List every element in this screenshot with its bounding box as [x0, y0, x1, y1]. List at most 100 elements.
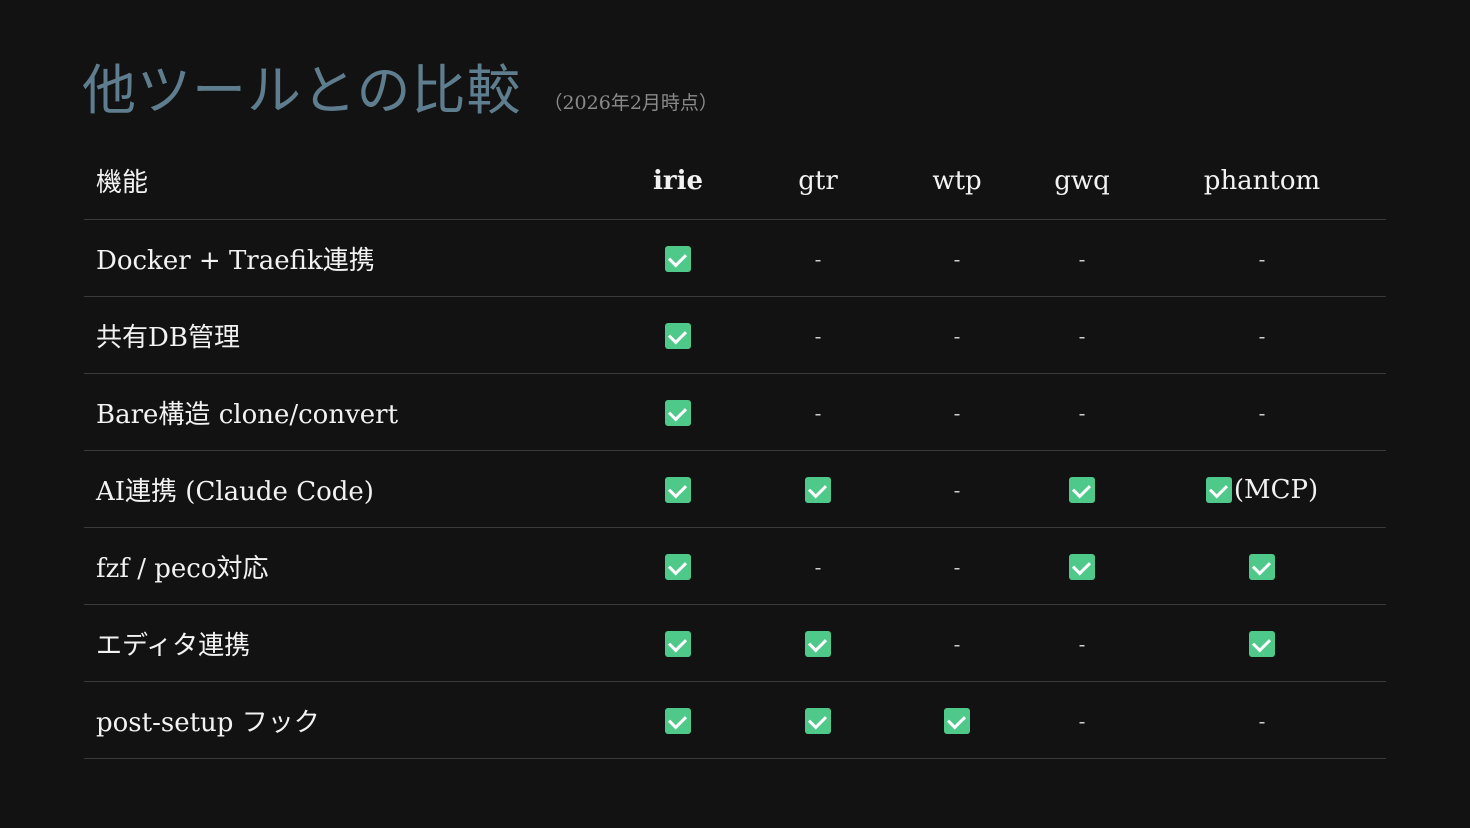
unsupported-dash: -: [1078, 709, 1086, 733]
support-cell: -: [1026, 681, 1138, 759]
support-cell: [608, 219, 748, 297]
feature-label: Docker + Traefik連携: [96, 245, 375, 276]
page-title: 他ツールとの比較: [82, 59, 522, 122]
support-cell: -: [888, 373, 1026, 451]
unsupported-dash: -: [814, 555, 822, 579]
support-cell: [1138, 527, 1386, 605]
check-box-icon: [665, 400, 691, 426]
support-cell: [608, 527, 748, 605]
support-cell: -: [888, 450, 1026, 528]
support-cell: -: [1026, 296, 1138, 374]
title-area: 他ツールとの比較 （2026年2月時点）: [82, 56, 718, 126]
table-row: 共有DB管理 - - - -: [84, 296, 1386, 374]
tool-column-header: gwq: [1026, 142, 1138, 220]
tool-column-header: wtp: [888, 142, 1026, 220]
check-box-icon: [1069, 554, 1095, 580]
table-row: post-setup フック - -: [84, 681, 1386, 759]
check-box-icon: [665, 708, 691, 734]
support-cell: [608, 604, 748, 682]
support-cell: [608, 296, 748, 374]
check-box-icon: [665, 477, 691, 503]
table-row: fzf / peco対応 - -: [84, 527, 1386, 605]
table-row: Docker + Traefik連携 - - - -: [84, 219, 1386, 297]
support-cell: [608, 681, 748, 759]
tool-column-header: gtr: [748, 142, 888, 220]
check-box-icon: [665, 246, 691, 272]
feature-cell: AI連携 (Claude Code): [84, 450, 608, 528]
unsupported-dash: -: [814, 247, 822, 271]
check-box-icon: [805, 708, 831, 734]
feature-label: post-setup フック: [96, 707, 320, 738]
support-cell: -: [1138, 373, 1386, 451]
feature-cell: Bare構造 clone/convert: [84, 373, 608, 451]
support-cell: (MCP): [1138, 450, 1386, 528]
support-cell: -: [888, 296, 1026, 374]
support-cell: [748, 681, 888, 759]
support-cell: -: [748, 373, 888, 451]
table-body: Docker + Traefik連携 - - - - 共有DB管理 - - - - Bare構造 c…: [84, 219, 1386, 759]
tool-column-header: phantom: [1138, 142, 1386, 220]
unsupported-dash: -: [953, 478, 961, 502]
feature-cell: post-setup フック: [84, 681, 608, 759]
support-cell: [888, 681, 1026, 759]
support-cell: -: [1026, 219, 1138, 297]
unsupported-dash: -: [1258, 247, 1266, 271]
page-subtitle: （2026年2月時点）: [543, 92, 718, 114]
check-box-icon: [1249, 554, 1275, 580]
unsupported-dash: -: [1258, 709, 1266, 733]
unsupported-dash: -: [814, 401, 822, 425]
check-box-icon: [1069, 477, 1095, 503]
table-row: Bare構造 clone/convert - - - -: [84, 373, 1386, 451]
check-box-icon: [805, 631, 831, 657]
check-box-icon: [665, 631, 691, 657]
comparison-table: 機能 irie gtr wtp gwq phantom Docker + Tra…: [84, 142, 1386, 759]
support-cell: -: [748, 527, 888, 605]
support-cell: [1026, 527, 1138, 605]
check-box-icon: [1205, 476, 1232, 503]
check-box-icon: [944, 708, 970, 734]
support-cell: -: [748, 219, 888, 297]
check-box-icon: [805, 477, 831, 503]
support-cell: [608, 450, 748, 528]
table-row: AI連携 (Claude Code) - (MCP): [84, 450, 1386, 528]
unsupported-dash: -: [953, 632, 961, 656]
support-cell: -: [888, 219, 1026, 297]
support-cell: -: [748, 296, 888, 374]
feature-label: AI連携 (Claude Code): [96, 476, 374, 507]
unsupported-dash: -: [1078, 247, 1086, 271]
feature-cell: エディタ連携: [84, 604, 608, 682]
table-header-row: 機能 irie gtr wtp gwq phantom: [84, 142, 1386, 220]
unsupported-dash: -: [1258, 324, 1266, 348]
support-cell: [748, 450, 888, 528]
feature-label: fzf / peco対応: [96, 553, 269, 584]
feature-label: エディタ連携: [96, 630, 251, 661]
feature-label: Bare構造 clone/convert: [96, 399, 399, 430]
check-box-icon: [665, 554, 691, 580]
support-cell: -: [1026, 604, 1138, 682]
support-cell: [1138, 604, 1386, 682]
feature-cell: Docker + Traefik連携: [84, 219, 608, 297]
support-cell: [608, 373, 748, 451]
tool-column-header: irie: [608, 142, 748, 220]
support-cell: [748, 604, 888, 682]
feature-cell: 共有DB管理: [84, 296, 608, 374]
unsupported-dash: -: [1258, 401, 1266, 425]
unsupported-dash: -: [814, 324, 822, 348]
support-cell: [1026, 450, 1138, 528]
unsupported-dash: -: [953, 555, 961, 579]
support-cell: -: [888, 604, 1026, 682]
feature-cell: fzf / peco対応: [84, 527, 608, 605]
table-row: エディタ連携 - -: [84, 604, 1386, 682]
support-note: (MCP): [1233, 474, 1319, 505]
unsupported-dash: -: [1078, 401, 1086, 425]
unsupported-dash: -: [953, 324, 961, 348]
feature-column-header: 機能: [84, 142, 608, 220]
unsupported-dash: -: [953, 247, 961, 271]
support-cell: -: [888, 527, 1026, 605]
unsupported-dash: -: [1078, 324, 1086, 348]
support-cell: -: [1138, 219, 1386, 297]
support-cell: -: [1138, 681, 1386, 759]
check-box-icon: [665, 323, 691, 349]
feature-label: 共有DB管理: [96, 322, 240, 353]
unsupported-dash: -: [953, 401, 961, 425]
